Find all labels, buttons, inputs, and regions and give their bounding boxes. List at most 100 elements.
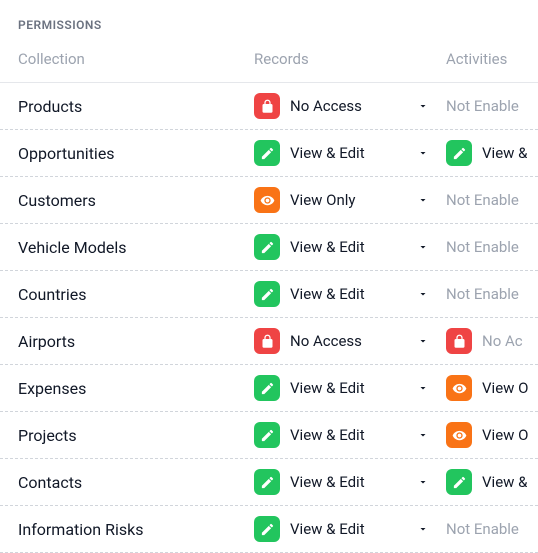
chevron-down-icon: [417, 523, 429, 535]
chevron-down-icon: [417, 100, 429, 112]
records-permission-label: No Access: [290, 97, 404, 115]
table-row: ProjectsView & EditView O: [0, 412, 538, 459]
lock-icon: [254, 328, 280, 354]
table-row: Vehicle Models View & Edit Not Enable: [0, 224, 538, 271]
records-permission-label: View & Edit: [290, 426, 404, 444]
table-body: ProductsNo AccessNot EnableOpportunities…: [0, 83, 538, 553]
records-permission-select[interactable]: View & Edit: [254, 234, 446, 260]
pencil-icon: [254, 234, 280, 260]
activities-permission-select[interactable]: View &: [446, 469, 527, 495]
activities-permission-select[interactable]: No Ac: [446, 328, 523, 354]
chevron-down-icon: [414, 288, 432, 300]
activities-permission-select[interactable]: Not Enable: [446, 285, 520, 303]
activities-permission-label: Not Enable: [446, 191, 520, 209]
records-permission-select[interactable]: View & Edit: [254, 469, 446, 495]
eye-icon: [452, 428, 467, 443]
chevron-down-icon: [417, 382, 429, 394]
chevron-down-icon: [414, 476, 432, 488]
records-permission-select[interactable]: View & Edit: [254, 375, 446, 401]
eye-icon: [254, 187, 280, 213]
records-permission-label: View & Edit: [290, 285, 404, 303]
chevron-down-icon: [414, 382, 432, 394]
pencil-icon: [260, 428, 275, 443]
chevron-down-icon: [414, 523, 432, 535]
records-permission-select[interactable]: View & Edit: [254, 140, 446, 166]
header-records: Records: [254, 50, 446, 68]
records-permission-label: View & Edit: [290, 379, 404, 397]
collection-name: Customers: [18, 191, 254, 210]
header-activities: Activities: [446, 50, 520, 68]
activities-permission-label: Not Enable: [446, 238, 520, 256]
activities-permission-select[interactable]: Not Enable: [446, 191, 520, 209]
chevron-down-icon: [414, 335, 432, 347]
collection-name: Contacts: [18, 473, 254, 492]
records-permission-label: View & Edit: [290, 473, 404, 491]
records-permission-label: View & Edit: [290, 520, 404, 538]
activities-permission-select[interactable]: View O: [446, 375, 528, 401]
header-collection: Collection: [18, 50, 254, 68]
table-row: ProductsNo AccessNot Enable: [0, 83, 538, 130]
pencil-icon: [254, 422, 280, 448]
chevron-down-icon: [417, 476, 429, 488]
records-permission-select[interactable]: View & Edit: [254, 516, 446, 542]
records-permission-label: No Access: [290, 332, 404, 350]
activities-permission-label: View O: [482, 379, 528, 397]
activities-permission-label: Not Enable: [446, 97, 520, 115]
chevron-down-icon: [417, 335, 429, 347]
lock-icon: [452, 334, 467, 349]
activities-permission-label: View &: [482, 473, 527, 491]
lock-icon: [260, 334, 275, 349]
activities-permission-label: Not Enable: [446, 285, 520, 303]
pencil-icon: [254, 281, 280, 307]
activities-permission-select[interactable]: View O: [446, 422, 528, 448]
records-permission-select[interactable]: View & Edit: [254, 422, 446, 448]
eye-icon: [260, 193, 275, 208]
chevron-down-icon: [414, 147, 432, 159]
activities-permission-label: No Ac: [482, 332, 523, 350]
collection-name: Airports: [18, 332, 254, 351]
records-permission-select[interactable]: No Access: [254, 328, 446, 354]
eye-icon: [446, 422, 472, 448]
collection-name: Information Risks: [18, 520, 254, 539]
chevron-down-icon: [417, 241, 429, 253]
pencil-icon: [260, 287, 275, 302]
collection-name: Opportunities: [18, 144, 254, 163]
collection-name: Countries: [18, 285, 254, 304]
pencil-icon: [254, 375, 280, 401]
pencil-icon: [260, 240, 275, 255]
table-row: Customers View Only Not Enable: [0, 177, 538, 224]
chevron-down-icon: [414, 100, 432, 112]
pencil-icon: [254, 469, 280, 495]
lock-icon: [446, 328, 472, 354]
activities-permission-select[interactable]: View &: [446, 140, 527, 166]
table-row: Opportunities View & Edit View &: [0, 130, 538, 177]
table-row: Contacts View & Edit View &: [0, 459, 538, 506]
chevron-down-icon: [414, 194, 432, 206]
table-row: Expenses View & Edit View O: [0, 365, 538, 412]
records-permission-label: View & Edit: [290, 238, 404, 256]
chevron-down-icon: [417, 288, 429, 300]
records-permission-select[interactable]: View & Edit: [254, 281, 446, 307]
pencil-icon: [260, 522, 275, 537]
records-permission-select[interactable]: View Only: [254, 187, 446, 213]
activities-permission-select[interactable]: Not Enable: [446, 520, 520, 538]
table-row: Airports No Access No Ac: [0, 318, 538, 365]
activities-permission-select[interactable]: Not Enable: [446, 238, 520, 256]
chevron-down-icon: [414, 241, 432, 253]
eye-icon: [452, 381, 467, 396]
records-permission-select[interactable]: No Access: [254, 93, 446, 119]
records-permission-label: View & Edit: [290, 144, 404, 162]
pencil-icon: [260, 381, 275, 396]
chevron-down-icon: [417, 429, 429, 441]
activities-permission-select[interactable]: Not Enable: [446, 97, 520, 115]
eye-icon: [446, 375, 472, 401]
collection-name: Expenses: [18, 379, 254, 398]
lock-icon: [260, 99, 275, 114]
pencil-icon: [446, 140, 472, 166]
collection-name: Vehicle Models: [18, 238, 254, 257]
permissions-panel: PERMISSIONS Collection Records Activitie…: [0, 0, 538, 553]
records-permission-label: View Only: [290, 191, 404, 209]
pencil-icon: [452, 475, 467, 490]
activities-permission-label: View O: [482, 426, 528, 444]
lock-icon: [254, 93, 280, 119]
